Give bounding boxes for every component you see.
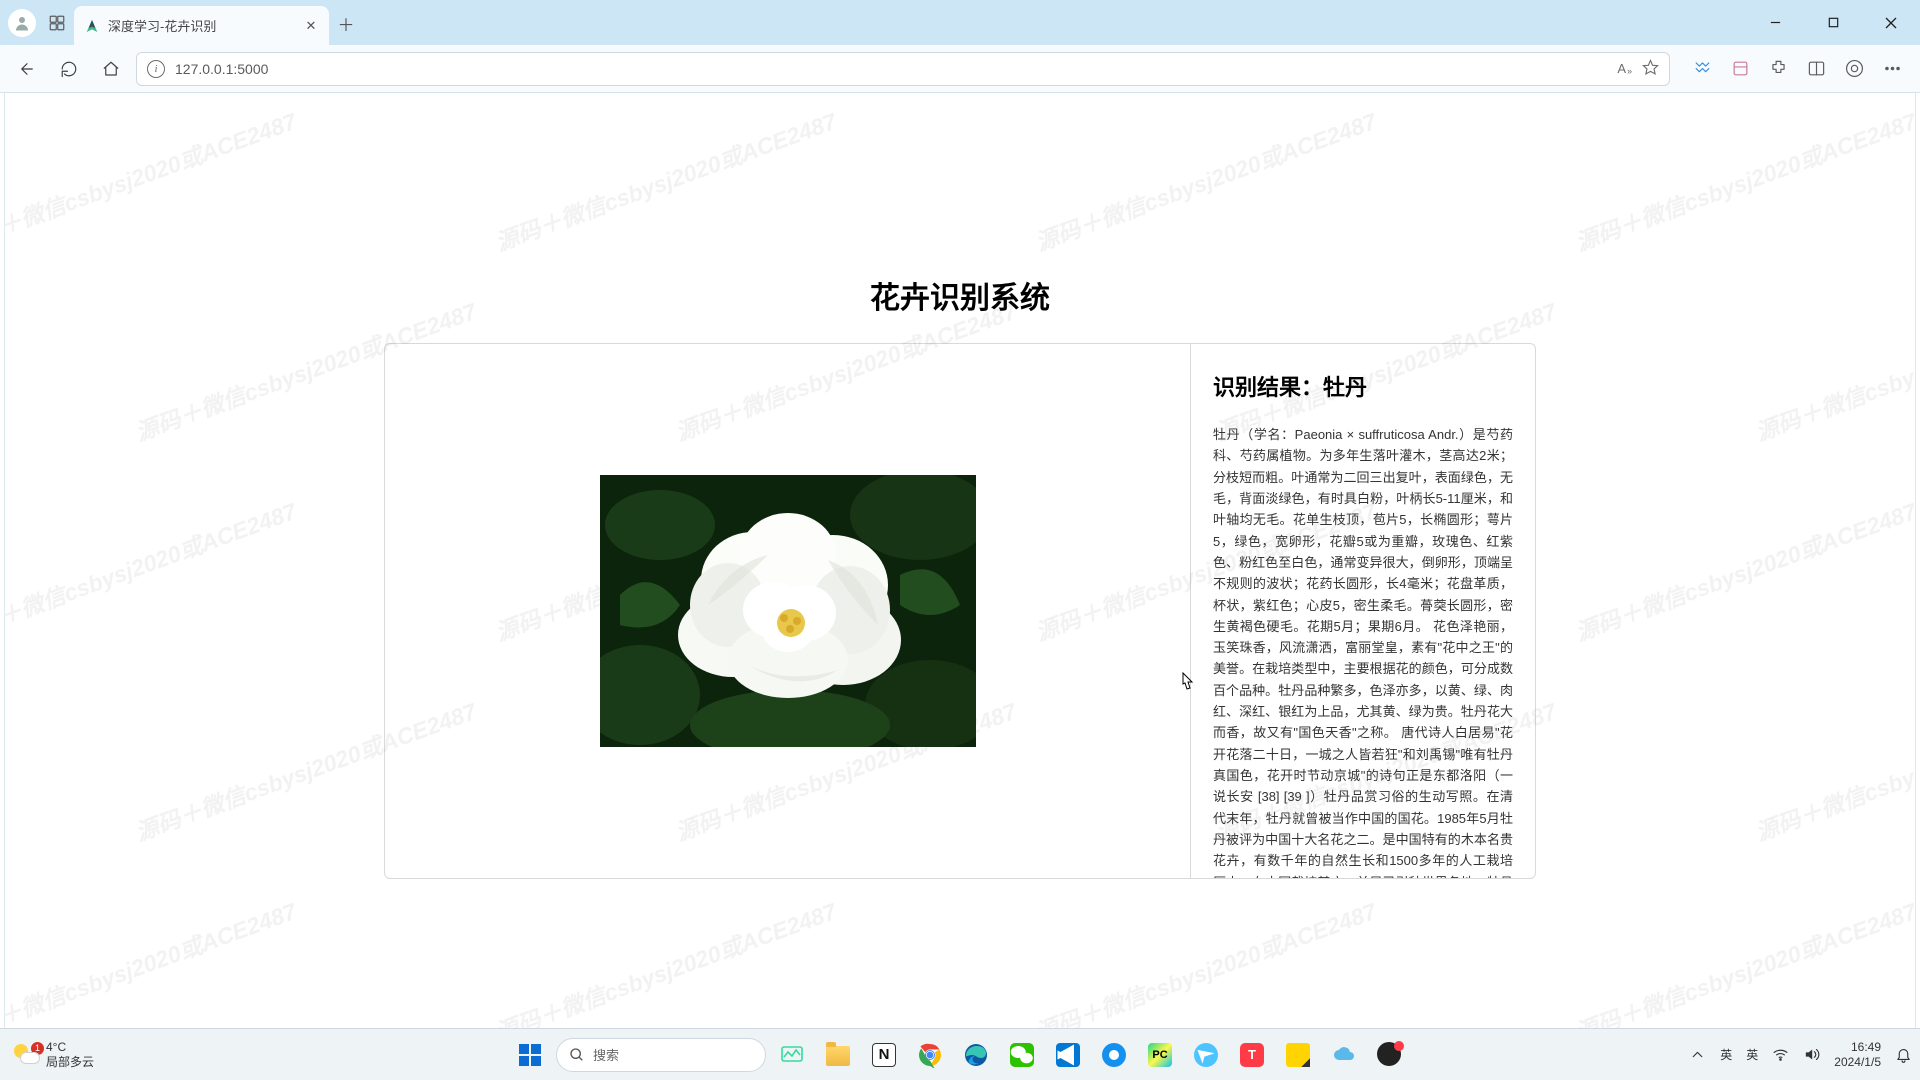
shopping-icon[interactable] bbox=[1684, 52, 1720, 86]
ime-indicator[interactable]: 英 bbox=[1720, 1046, 1732, 1063]
toolbar-right-icons bbox=[1684, 52, 1910, 86]
browser-titlebar: 深度学习-花卉识别 ✕ ＋ bbox=[0, 0, 1920, 45]
flower-image bbox=[600, 475, 976, 747]
weather-text: 4°C 局部多云 bbox=[46, 1040, 94, 1069]
window-controls bbox=[1746, 0, 1920, 45]
tray-clock[interactable]: 16:49 2024/1/5 bbox=[1834, 1040, 1881, 1070]
taskbar-app-notion[interactable]: N bbox=[864, 1035, 904, 1075]
weather-badge: 1 bbox=[31, 1042, 44, 1055]
result-text-panel: 识别结果：牡丹 牡丹（学名：Paeonia × suffruticosa And… bbox=[1191, 344, 1535, 878]
taskbar-app-notes[interactable] bbox=[1278, 1035, 1318, 1075]
notifications-icon[interactable] bbox=[1895, 1046, 1912, 1063]
search-placeholder: 搜索 bbox=[593, 1045, 619, 1064]
taskbar-app-vscode[interactable] bbox=[1048, 1035, 1088, 1075]
tray-chevron-up-icon[interactable] bbox=[1689, 1046, 1706, 1063]
start-button[interactable] bbox=[510, 1035, 550, 1075]
workspaces-icon[interactable] bbox=[46, 12, 68, 34]
taskbar-app-wechat[interactable] bbox=[1002, 1035, 1042, 1075]
wifi-icon[interactable] bbox=[1772, 1046, 1789, 1063]
window-maximize-button[interactable] bbox=[1804, 0, 1862, 45]
titlebar-left bbox=[0, 0, 68, 45]
weather-desc: 局部多云 bbox=[46, 1055, 94, 1069]
profile-avatar[interactable] bbox=[8, 9, 36, 37]
taskbar-center: 搜索 N PC T bbox=[510, 1035, 1410, 1075]
browser-toolbar: i 127.0.0.1:5000 A» bbox=[0, 45, 1920, 93]
clock-date: 2024/1/5 bbox=[1834, 1055, 1881, 1070]
taskbar-app-widgets[interactable] bbox=[772, 1035, 812, 1075]
page-viewport: 源码＋微信csbysj2020或ACE2487 源码＋微信csbysj2020或… bbox=[4, 93, 1916, 1047]
page-title: 花卉识别系统 bbox=[5, 273, 1915, 317]
taskbar-app-todesk[interactable]: T bbox=[1232, 1035, 1272, 1075]
result-heading: 识别结果：牡丹 bbox=[1213, 370, 1513, 402]
volume-icon[interactable] bbox=[1803, 1046, 1820, 1063]
nav-back-button[interactable] bbox=[10, 52, 44, 86]
taskbar-weather[interactable]: 1 4°C 局部多云 bbox=[0, 1040, 108, 1069]
windows-taskbar: 1 4°C 局部多云 搜索 N PC T 英 英 bbox=[0, 1028, 1920, 1080]
taskbar-app-chrome[interactable] bbox=[910, 1035, 950, 1075]
tab-title: 深度学习-花卉识别 bbox=[108, 16, 295, 35]
ime-indicator-2[interactable]: 英 bbox=[1746, 1046, 1758, 1063]
extensions-icon[interactable] bbox=[1760, 52, 1796, 86]
address-bar[interactable]: i 127.0.0.1:5000 A» bbox=[136, 52, 1670, 86]
collections-icon[interactable] bbox=[1722, 52, 1758, 86]
menu-more-icon[interactable] bbox=[1874, 52, 1910, 86]
clock-time: 16:49 bbox=[1834, 1040, 1881, 1055]
site-info-icon[interactable]: i bbox=[147, 60, 165, 78]
taskbar-app-pycharm[interactable]: PC bbox=[1140, 1035, 1180, 1075]
performance-icon[interactable] bbox=[1836, 52, 1872, 86]
taskbar-app-cloud[interactable] bbox=[1324, 1035, 1364, 1075]
result-card: 识别结果：牡丹 牡丹（学名：Paeonia × suffruticosa And… bbox=[384, 343, 1536, 879]
window-close-button[interactable] bbox=[1862, 0, 1920, 45]
split-screen-icon[interactable] bbox=[1798, 52, 1834, 86]
browser-tab[interactable]: 深度学习-花卉识别 ✕ bbox=[74, 6, 329, 45]
nav-home-button[interactable] bbox=[94, 52, 128, 86]
result-description: 牡丹（学名：Paeonia × suffruticosa Andr.）是芍药科、… bbox=[1213, 424, 1513, 878]
result-image-panel bbox=[385, 344, 1191, 878]
window-minimize-button[interactable] bbox=[1746, 0, 1804, 45]
url-text: 127.0.0.1:5000 bbox=[175, 61, 1607, 77]
nav-refresh-button[interactable] bbox=[52, 52, 86, 86]
weather-temp: 4°C bbox=[46, 1040, 94, 1054]
new-tab-button[interactable]: ＋ bbox=[329, 6, 363, 40]
taskbar-app-explorer[interactable] bbox=[818, 1035, 858, 1075]
weather-icon: 1 bbox=[14, 1042, 40, 1068]
taskbar-app-game[interactable] bbox=[1370, 1035, 1410, 1075]
system-tray: 英 英 16:49 2024/1/5 bbox=[1689, 1040, 1912, 1070]
taskbar-app-quark[interactable] bbox=[1094, 1035, 1134, 1075]
taskbar-app-dingtalk[interactable] bbox=[1186, 1035, 1226, 1075]
tab-close-icon[interactable]: ✕ bbox=[303, 18, 319, 34]
taskbar-search[interactable]: 搜索 bbox=[556, 1038, 766, 1072]
favorite-star-icon[interactable] bbox=[1642, 59, 1659, 79]
tab-favicon bbox=[84, 18, 100, 34]
read-aloud-icon[interactable]: A» bbox=[1617, 61, 1632, 76]
taskbar-app-edge[interactable] bbox=[956, 1035, 996, 1075]
